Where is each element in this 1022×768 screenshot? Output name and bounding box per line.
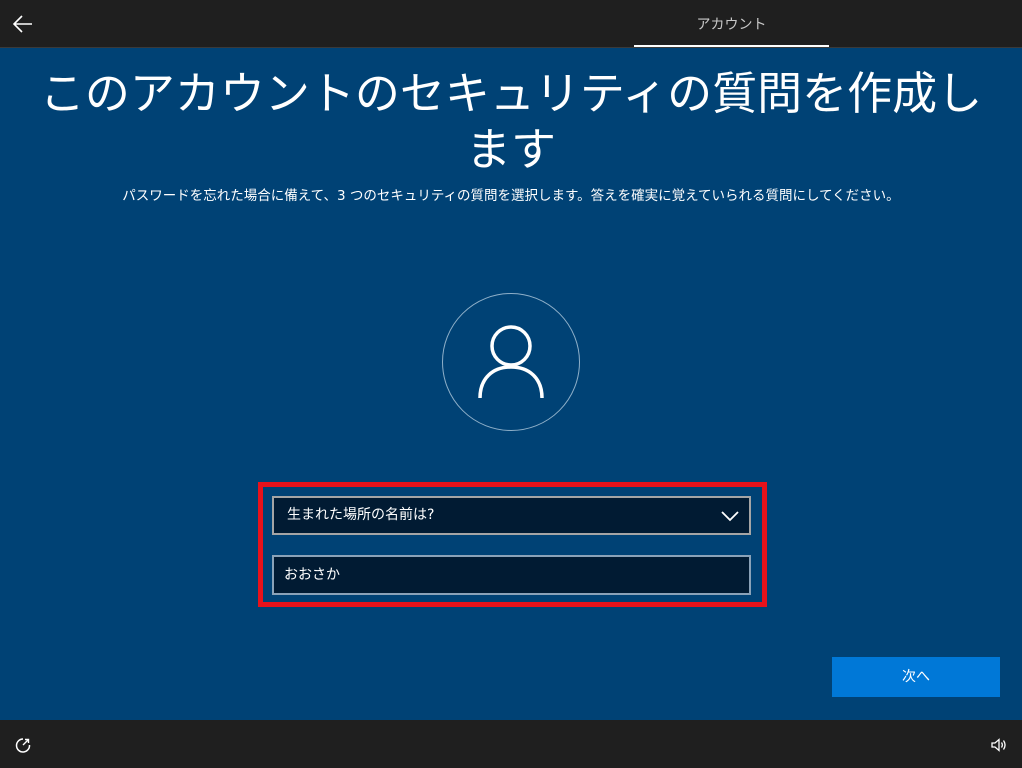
user-icon: [478, 325, 544, 399]
security-question-dropdown[interactable]: 生まれた場所の名前は?: [272, 496, 751, 535]
chevron-down-icon: [721, 511, 739, 522]
page-title-line2: ます: [465, 123, 556, 176]
ease-of-access-button[interactable]: [12, 734, 34, 756]
page-subtitle: パスワードを忘れた場合に備えて、3 つのセキュリティの質問を選択します。答えを確…: [122, 188, 900, 204]
security-answer-value: おおさか: [284, 567, 340, 583]
avatar: [442, 293, 580, 431]
page-title: このアカウントのセキュリティの質問を作成し ます: [20, 66, 1002, 178]
back-button[interactable]: [8, 9, 38, 39]
ease-of-access-icon: [15, 738, 31, 753]
security-answer-input[interactable]: おおさか: [272, 555, 751, 595]
volume-button[interactable]: [988, 734, 1010, 756]
taskbar: [0, 720, 1022, 768]
security-question-value: 生まれた場所の名前は?: [287, 507, 435, 523]
tab-account: アカウント: [696, 17, 767, 33]
next-button[interactable]: 次へ: [832, 657, 1000, 697]
page-title-line1: このアカウントのセキュリティの質問を作成し: [39, 67, 983, 120]
volume-icon: [991, 738, 1006, 752]
back-arrow-icon: [13, 15, 32, 33]
top-bar: アカウント: [0, 0, 1022, 48]
tab-underline: [634, 45, 829, 47]
